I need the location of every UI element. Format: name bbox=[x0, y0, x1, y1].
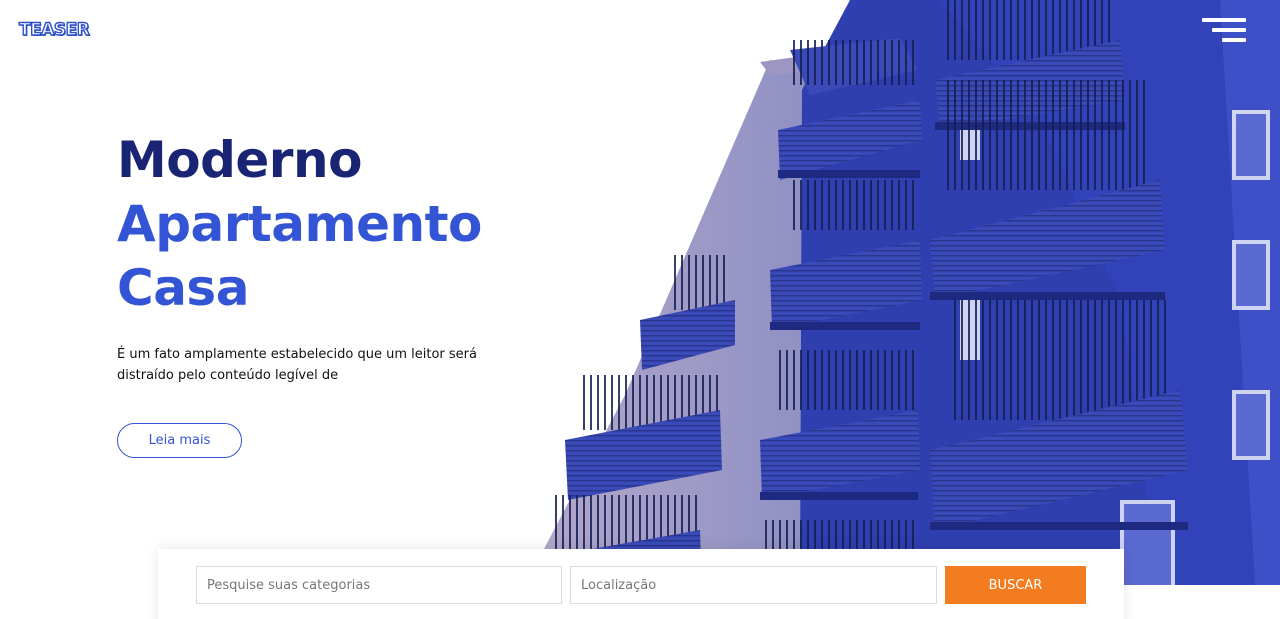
category-search-input[interactable] bbox=[196, 566, 562, 604]
hero-building-image bbox=[520, 0, 1280, 585]
site-logo[interactable]: TEASER bbox=[18, 19, 90, 40]
hamburger-menu-icon[interactable] bbox=[1200, 14, 1250, 46]
menu-line-bottom bbox=[1222, 38, 1246, 42]
headline-line-3: Casa bbox=[117, 259, 249, 317]
search-button[interactable]: BUSCAR bbox=[945, 566, 1086, 604]
hero-headline: Moderno Apartamento Casa bbox=[117, 128, 482, 320]
headline-line-2: Apartamento bbox=[117, 195, 482, 253]
headline-line-1: Moderno bbox=[117, 131, 362, 189]
read-more-button[interactable]: Leia mais bbox=[117, 423, 242, 458]
hero-description: É um fato amplamente estabelecido que um… bbox=[117, 347, 477, 383]
location-input[interactable] bbox=[570, 566, 937, 604]
search-panel: BUSCAR bbox=[158, 549, 1124, 619]
menu-line-top bbox=[1202, 18, 1246, 22]
menu-line-middle bbox=[1212, 28, 1246, 32]
